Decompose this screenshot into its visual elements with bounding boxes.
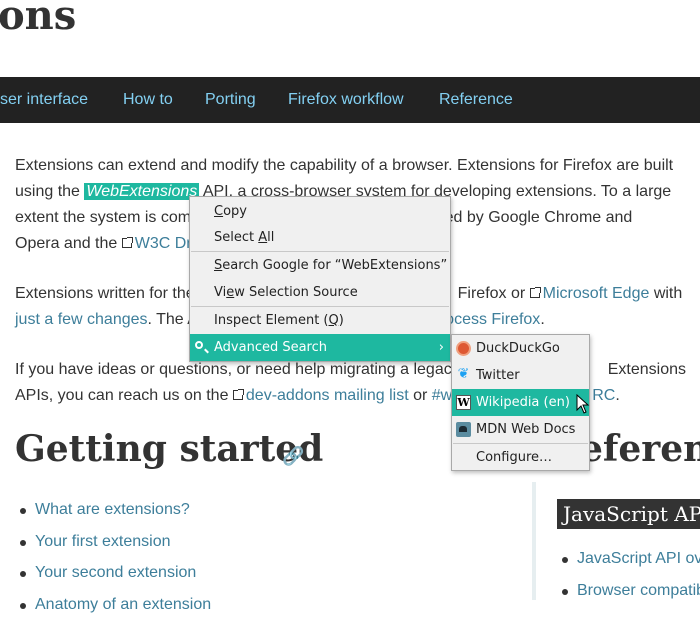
context-menu: Copy Select All Search Google for “WebEx…: [189, 196, 451, 362]
just-a-few-changes-link[interactable]: just a few changes: [15, 311, 148, 328]
search-engine-twitter[interactable]: ❦ Twitter: [452, 362, 589, 389]
intro-line-text: Extensions: [608, 361, 686, 378]
your-first-extension-link[interactable]: Your first extension: [35, 533, 170, 550]
search-engine-duckduckgo[interactable]: DuckDuckGo: [452, 335, 589, 362]
configure-search-engines[interactable]: Configure…: [452, 444, 589, 471]
getting-started-list: What are extensions? Your first extensio…: [15, 497, 211, 623]
search-icon: [195, 341, 203, 349]
page-title: ons: [0, 0, 76, 39]
nav-item-porting[interactable]: Porting: [205, 91, 256, 109]
intro-line-text: with: [649, 285, 682, 302]
nav-item-firefox-workflow[interactable]: Firefox workflow: [288, 91, 404, 109]
intro-line-text: orted by Google Chrome and: [426, 209, 632, 226]
menu-item-search-google[interactable]: Search Google for “WebExtensions”: [190, 252, 450, 279]
external-link-icon: [122, 238, 132, 248]
nav-item-reference[interactable]: Reference: [439, 91, 513, 109]
intro-line-text: Extensions written for the: [15, 285, 195, 302]
irc-link-tail[interactable]: RC: [592, 387, 615, 404]
selected-text-highlight: WebExtensions: [84, 183, 199, 200]
menu-item-view-selection-source[interactable]: View Selection Source: [190, 279, 450, 306]
intro-line-text: .: [615, 387, 619, 404]
search-engine-mdn[interactable]: MDN Web Docs: [452, 416, 589, 443]
external-link-icon: [530, 288, 540, 298]
advanced-search-submenu: DuckDuckGo ❦ Twitter W Wikipedia (en) MD…: [451, 334, 590, 471]
reference-list: JavaScript API ov Browser compatib: [557, 546, 700, 610]
intro-line-text: Firefox or: [458, 285, 530, 302]
reference-heading: eferenc: [580, 428, 700, 470]
what-are-extensions-link[interactable]: What are extensions?: [35, 501, 190, 518]
list-item: JavaScript API ov: [557, 546, 700, 578]
mdn-icon: [456, 422, 471, 437]
intro-line-text: extent the system is comp: [15, 209, 200, 226]
duckduckgo-icon: [456, 341, 471, 356]
intro-line-text: or: [409, 387, 432, 404]
list-item: Your first extension: [15, 529, 211, 561]
javascript-api-overview-link[interactable]: JavaScript API ov: [577, 550, 700, 567]
menu-item-inspect-element[interactable]: Inspect Element (Q): [190, 307, 450, 334]
nav-item-browser-interface[interactable]: ser interface: [0, 91, 88, 109]
intro-line-text: .: [540, 311, 544, 328]
intro-line-text: If you have ideas or questions, or need …: [15, 361, 460, 378]
dev-addons-mailing-list-link[interactable]: dev-addons mailing list: [246, 387, 409, 404]
list-item: What are extensions?: [15, 497, 211, 529]
w3c-draft-link[interactable]: W3C Dr: [135, 235, 192, 252]
search-engine-wikipedia[interactable]: W Wikipedia (en): [452, 389, 589, 416]
anatomy-link[interactable]: Anatomy of an extension: [35, 596, 211, 613]
list-item: Your second extension: [15, 560, 211, 592]
browser-compatibility-link[interactable]: Browser compatib: [577, 582, 700, 599]
twitter-icon: ❦: [456, 367, 471, 382]
nav-item-how-to[interactable]: How to: [123, 91, 173, 109]
external-link-icon: [233, 390, 243, 400]
intro-line: Extensions can extend and modify the cap…: [15, 157, 673, 174]
permalink-icon[interactable]: 🔗: [282, 446, 304, 467]
irc-channel-link[interactable]: #w: [432, 387, 452, 404]
menu-item-select-all[interactable]: Select All: [190, 224, 450, 251]
list-item: Browser compatib: [557, 578, 700, 610]
wikipedia-icon: W: [456, 395, 471, 410]
getting-started-heading: Getting started: [15, 428, 323, 470]
main-navbar: ser interface How to Porting Firefox wor…: [0, 77, 700, 123]
menu-item-advanced-search[interactable]: Advanced Search ›: [190, 334, 450, 361]
intro-paragraph-3: If you have ideas or questions, or need …: [15, 357, 695, 409]
your-second-extension-link[interactable]: Your second extension: [35, 564, 196, 581]
menu-item-copy[interactable]: Copy: [190, 198, 450, 225]
javascript-apis-badge: JavaScript AP: [557, 499, 700, 529]
intro-line-text: using the: [15, 183, 84, 200]
intro-line-text: APIs, you can reach us on the: [15, 387, 233, 404]
microsoft-edge-link[interactable]: Microsoft Edge: [543, 285, 650, 302]
list-item: Anatomy of an extension: [15, 592, 211, 623]
sidebar-divider: [532, 482, 536, 600]
chevron-right-icon: ›: [439, 334, 444, 361]
intro-line-text: Opera and the: [15, 235, 122, 252]
